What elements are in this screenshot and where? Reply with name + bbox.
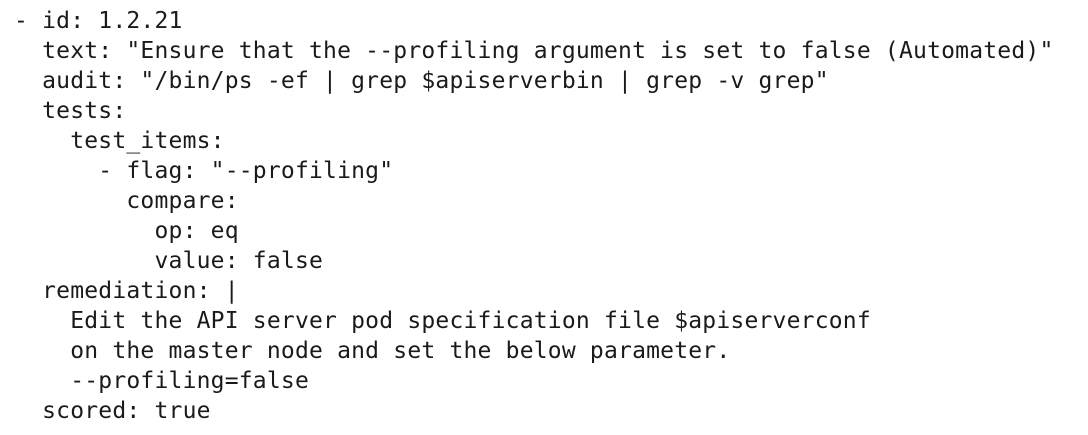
code-line-test-items: test_items:: [14, 128, 225, 154]
code-line-scored: scored: true: [14, 398, 211, 424]
code-line-value: value: false: [14, 248, 324, 274]
code-line-flag: - flag: "--profiling": [14, 158, 394, 184]
code-line-remediation-1: Edit the API server pod specification fi…: [14, 308, 871, 334]
code-line-id: - id: 1.2.21: [14, 8, 183, 34]
code-line-remediation: remediation: |: [14, 278, 239, 304]
code-line-text: text: "Ensure that the --profiling argum…: [14, 38, 1054, 64]
code-line-op: op: eq: [14, 218, 239, 244]
code-line-tests: tests:: [14, 98, 127, 124]
code-line-compare: compare:: [14, 188, 239, 214]
yaml-code-block: - id: 1.2.21 text: "Ensure that the --pr…: [14, 6, 1054, 426]
code-line-remediation-2: on the master node and set the below par…: [14, 338, 731, 364]
code-line-audit: audit: "/bin/ps -ef | grep $apiserverbin…: [14, 68, 829, 94]
code-line-remediation-3: --profiling=false: [14, 368, 309, 394]
